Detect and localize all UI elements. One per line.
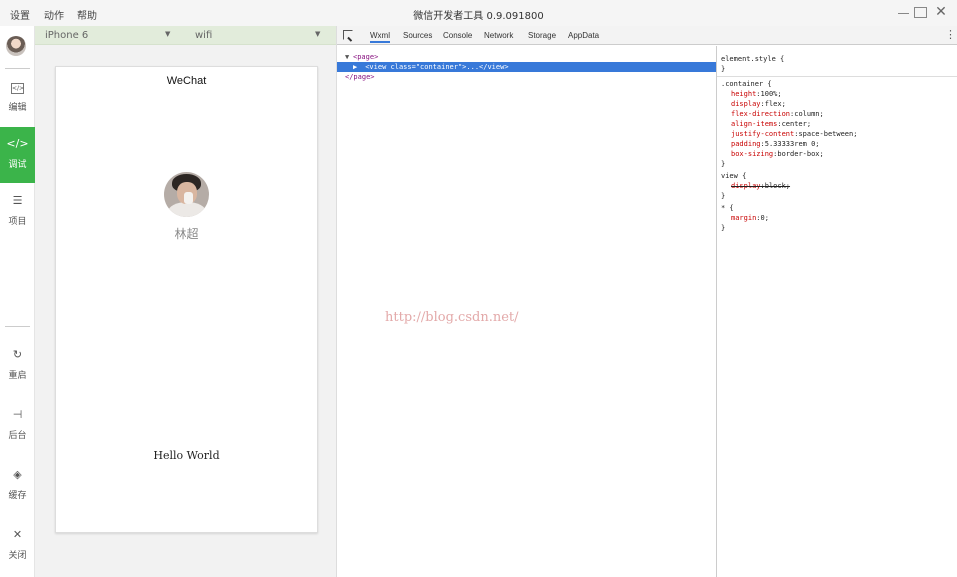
sidebar-item-cache[interactable]: ◈ 缓存 [0, 458, 35, 514]
sidebar-item-label: 项目 [8, 217, 27, 227]
style-selector: element.style { [721, 55, 785, 63]
user-nickname: 林超 [174, 227, 199, 241]
network-select[interactable]: wifi [195, 30, 212, 41]
sidebar-item-label: 调试 [8, 160, 27, 170]
tab-sources[interactable]: Sources [403, 31, 432, 40]
sidebar-item-label: 缓存 [8, 491, 27, 501]
simulator-panel: iPhone 6 ▼ wifi ▼ WeChat 林超 Hello World [35, 26, 336, 577]
tree-node-page-close[interactable]: </page> [337, 72, 716, 82]
cache-layers-icon: ◈ [13, 468, 22, 481]
devtools-tab-bar: Wxml Sources Console Network Storage App… [337, 26, 957, 45]
hello-text: Hello World [153, 449, 220, 462]
style-property[interactable]: align-items:center; [731, 119, 811, 129]
style-property[interactable]: flex-direction:column; [731, 109, 824, 119]
user-avatar[interactable] [164, 172, 209, 217]
tab-wxml[interactable]: Wxml [370, 31, 390, 43]
wxml-tree: ▼ <page> ▶ <view class="container">...</v… [337, 46, 716, 577]
style-property[interactable]: display:flex; [731, 99, 786, 109]
maximize-button[interactable] [914, 7, 927, 18]
tab-storage[interactable]: Storage [528, 31, 556, 40]
more-options-icon[interactable]: ⋮ [945, 29, 956, 40]
style-brace: } [721, 192, 726, 200]
sidebar-divider [5, 68, 30, 69]
tree-node-view-selected[interactable]: ▶ <view class="container">...</view> [337, 62, 716, 72]
style-brace: } [721, 224, 726, 232]
watermark: http://blog.csdn.net/ [385, 310, 519, 325]
style-selector: view { [721, 172, 747, 180]
sidebar-item-label: 编辑 [8, 103, 27, 113]
tab-appdata[interactable]: AppData [568, 31, 599, 40]
tree-node-page[interactable]: ▼ <page> [337, 52, 716, 62]
simulator-toolbar: iPhone 6 ▼ wifi ▼ [35, 26, 336, 45]
style-property[interactable]: box-sizing:border-box; [731, 149, 824, 159]
style-selector: .container { [721, 80, 772, 88]
sidebar: </> 编辑 </> 调试 ☰ 项目 ↻ 重启 ⊣ 后台 ◈ 缓存 ✕ 关闭 [0, 26, 35, 577]
code-window-icon: </> [11, 83, 25, 94]
expanded-arrow-icon[interactable]: ▼ [345, 52, 353, 62]
styles-pane: element.style { } .container { height:10… [716, 46, 957, 577]
close-window-button[interactable]: ✕ [934, 5, 948, 19]
device-select[interactable]: iPhone 6 [45, 30, 88, 41]
devtools-panel: Wxml Sources Console Network Storage App… [336, 26, 957, 577]
avatar[interactable] [6, 36, 26, 56]
background-icon: ⊣ [12, 408, 23, 421]
style-selector: * { [721, 204, 734, 212]
title-bar: 设置 动作 帮助 微信开发者工具 0.9.091800 ✕ [0, 0, 957, 26]
chevron-down-icon[interactable]: ▼ [315, 30, 320, 38]
debug-icon: </> [6, 137, 29, 150]
chevron-down-icon[interactable]: ▼ [165, 30, 170, 38]
tab-network[interactable]: Network [484, 31, 513, 40]
sidebar-item-restart[interactable]: ↻ 重启 [0, 338, 35, 394]
sidebar-item-label: 重启 [8, 371, 27, 381]
minimize-button[interactable] [897, 6, 911, 18]
restart-icon: ↻ [12, 348, 23, 361]
style-property[interactable]: padding:5.33333rem 0; [731, 139, 820, 149]
sidebar-item-label: 关闭 [8, 551, 27, 561]
sidebar-divider [5, 326, 30, 327]
sidebar-item-project[interactable]: ☰ 项目 [0, 184, 35, 240]
phone-screen: WeChat 林超 Hello World [55, 66, 318, 533]
close-icon: ✕ [12, 528, 23, 541]
sidebar-item-close[interactable]: ✕ 关闭 [0, 518, 35, 574]
style-divider [717, 76, 957, 77]
style-property[interactable]: margin:0; [731, 213, 769, 223]
sidebar-item-edit[interactable]: </> 编辑 [0, 70, 35, 126]
sidebar-item-background[interactable]: ⊣ 后台 [0, 398, 35, 454]
style-brace: } [721, 65, 726, 73]
inspect-element-icon[interactable] [343, 30, 353, 40]
style-property[interactable]: justify-content:space-between; [731, 129, 857, 139]
sidebar-item-debug[interactable]: </> 调试 [0, 127, 35, 183]
nav-title: WeChat [166, 75, 207, 87]
style-property[interactable]: height:100%; [731, 89, 782, 99]
menu-list-icon: ☰ [12, 194, 23, 207]
tab-console[interactable]: Console [443, 31, 472, 40]
window-title: 微信开发者工具 0.9.091800 [413, 11, 544, 22]
style-property-overridden[interactable]: display:block; [731, 181, 790, 191]
sidebar-item-label: 后台 [8, 431, 27, 441]
style-brace: } [721, 160, 726, 168]
collapsed-arrow-icon[interactable]: ▶ [353, 62, 361, 72]
